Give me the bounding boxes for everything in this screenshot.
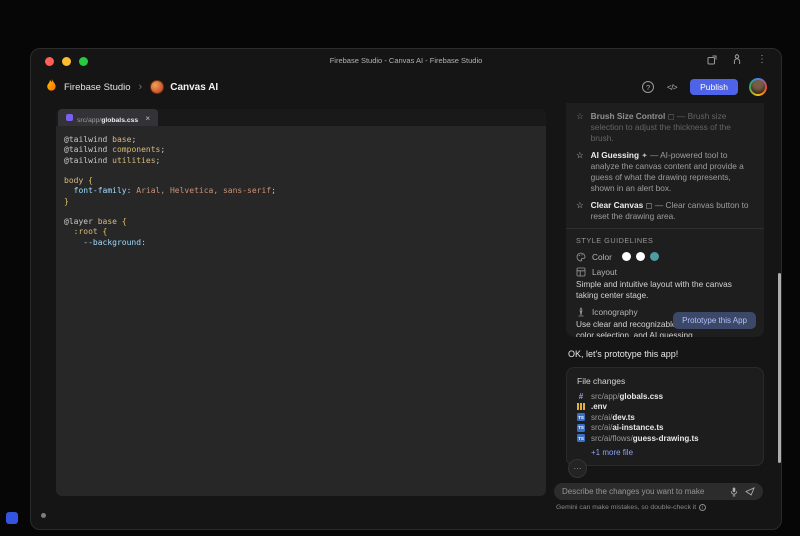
tab-file-path: src/app/ <box>77 116 102 124</box>
layout-description: Simple and intuitive layout with the can… <box>576 279 732 300</box>
file-changes-title: File changes <box>577 376 626 386</box>
status-dot <box>41 513 46 518</box>
feature-item: ☆ Clear Canvas ▢ — Clear canvas button t… <box>576 200 754 222</box>
file-changes-card: File changes # src/app/globals.css .env … <box>566 367 764 466</box>
send-icon[interactable] <box>738 487 755 496</box>
publish-button[interactable]: Publish <box>690 79 738 95</box>
code-content[interactable]: @tailwind base; @tailwind components; @tai… <box>56 126 546 248</box>
star-icon: ☆ <box>576 150 584 160</box>
sparkle-icon: ✦ <box>641 151 648 160</box>
tab-close-icon[interactable]: × <box>145 113 150 122</box>
color-swatch[interactable] <box>635 252 645 261</box>
feature-text: AI Guessing ✦ — AI-powered tool to analy… <box>590 150 744 193</box>
canvas-ai-app-icon <box>150 80 165 94</box>
file-row[interactable]: TS src/ai/flows/guess-drawing.ts <box>577 433 753 444</box>
window-scrollbar[interactable] <box>778 273 781 463</box>
dock-icon[interactable] <box>6 512 18 524</box>
iconography-label: Iconography <box>592 306 638 317</box>
app-window: Firebase Studio - Canvas AI - Firebase S… <box>30 48 782 530</box>
layout-label: Layout <box>592 266 617 277</box>
style-guidelines-heading: STYLE GUIDELINES <box>576 236 654 245</box>
ai-chat-panel: ☆ Brush Size Control ▢ — Brush size sele… <box>566 103 764 478</box>
layout-icon <box>576 267 586 277</box>
disclaimer: Gemini can make mistakes, so double-chec… <box>556 504 765 511</box>
firebase-logo-icon <box>45 78 58 97</box>
app-header: Firebase Studio › Canvas AI ? </> Publis… <box>31 73 781 101</box>
feature-item: ☆ AI Guessing ✦ — AI-powered tool to ana… <box>576 150 754 194</box>
file-row[interactable]: .env <box>577 402 753 413</box>
feature-item: ☆ Brush Size Control ▢ — Brush size sele… <box>576 111 754 144</box>
breadcrumb-app-name[interactable]: Canvas AI <box>170 82 218 93</box>
square-icon: ▢ <box>645 201 653 210</box>
info-icon[interactable]: i <box>699 504 707 511</box>
square-icon: ▢ <box>667 112 675 121</box>
typescript-file-icon: TS <box>577 423 585 432</box>
color-guideline-row: Color <box>576 251 754 262</box>
css-file-icon: # <box>578 391 584 401</box>
code-editor-panel: src/app/globals.css × @tailwind base; @ta… <box>56 109 546 496</box>
window-title: Firebase Studio - Canvas AI - Firebase S… <box>329 56 483 65</box>
palette-icon <box>576 252 586 262</box>
section-divider <box>566 228 764 229</box>
tab-globals-css[interactable]: src/app/globals.css × <box>58 109 159 126</box>
color-swatches <box>621 252 659 261</box>
breadcrumb-brand[interactable]: Firebase Studio <box>64 82 131 93</box>
feature-text: Clear Canvas ▢ — Clear canvas button to … <box>590 200 749 221</box>
extension-icon[interactable] <box>707 55 717 65</box>
help-icon[interactable]: ? <box>642 81 655 93</box>
prompt-input[interactable]: Describe the changes you want to make <box>554 483 763 500</box>
code-view-icon[interactable]: </> <box>667 83 678 92</box>
titlebar: Firebase Studio - Canvas AI - Firebase S… <box>31 49 781 73</box>
assistant-message: OK, let's prototype this app! <box>568 349 679 359</box>
file-row[interactable]: TS src/ai/ai-instance.ts <box>577 423 753 434</box>
file-row[interactable]: # src/app/globals.css <box>577 391 753 402</box>
env-file-icon <box>577 403 585 411</box>
more-options-icon[interactable]: ⋯ <box>568 459 587 478</box>
user-avatar[interactable] <box>749 78 767 96</box>
prompt-placeholder: Describe the changes you want to make <box>562 487 705 496</box>
feature-text: Brush Size Control ▢ — Brush size select… <box>590 111 731 143</box>
star-icon: ☆ <box>576 111 584 121</box>
microphone-icon[interactable] <box>723 487 738 497</box>
layout-guideline-row: Layout <box>576 266 754 277</box>
file-row[interactable]: TS src/ai/dev.ts <box>577 412 753 423</box>
tab-file-name: globals.css <box>101 116 139 124</box>
editor-tabbar: src/app/globals.css × <box>56 109 546 126</box>
assistant-robot-icon[interactable] <box>732 54 742 65</box>
color-swatch[interactable] <box>649 252 659 261</box>
kebab-menu-icon[interactable]: ⋮ <box>757 54 767 65</box>
color-swatch[interactable] <box>621 252 631 261</box>
typescript-file-icon: TS <box>577 413 585 422</box>
iconography-icon <box>576 306 586 317</box>
breadcrumb-chevron-icon: › <box>138 81 143 93</box>
star-icon: ☆ <box>576 200 584 210</box>
more-files-link[interactable]: +1 more file <box>591 448 753 457</box>
avatar-image <box>751 80 765 94</box>
css-file-icon <box>66 114 73 121</box>
color-label: Color <box>592 251 612 262</box>
features-card: ☆ Brush Size Control ▢ — Brush size sele… <box>566 103 764 337</box>
typescript-file-icon: TS <box>577 434 585 443</box>
prototype-app-button[interactable]: Prototype this App <box>673 312 756 329</box>
